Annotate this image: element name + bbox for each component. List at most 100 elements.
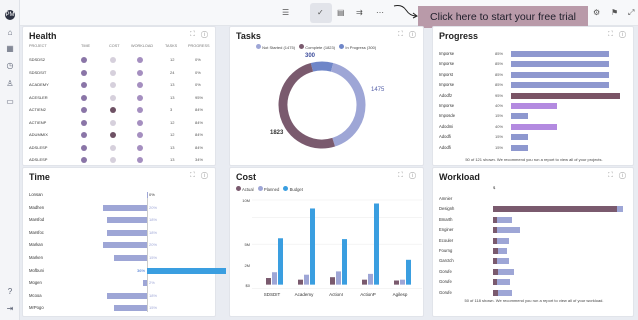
list-item[interactable]: Markan 20% [29, 240, 215, 249]
clipboard-icon[interactable]: ▤ [337, 8, 345, 18]
free-trial-button[interactable]: Click here to start your free trial [418, 6, 588, 28]
table-row[interactable]: ADSLESP 13 34% [23, 155, 217, 165]
cost-bar[interactable] [330, 277, 335, 285]
cost-bar[interactable] [310, 208, 315, 285]
list-item[interactable]: Gorufe [439, 277, 629, 286]
panel-actions-icon[interactable]: ⛶ ⓘ [190, 31, 210, 39]
list-icon[interactable]: ☰ [282, 8, 289, 18]
list-item[interactable]: Designh [439, 204, 629, 213]
list-item[interactable]: Imporst 85% [439, 70, 629, 79]
cost-bar[interactable] [266, 278, 271, 285]
table-row[interactable]: ACADEMY 13 0% [23, 80, 217, 90]
settings-icon[interactable]: ⚙ [593, 8, 600, 18]
column-header[interactable]: TASKS [165, 44, 177, 48]
cost-bar[interactable] [400, 279, 405, 285]
expand-icon[interactable]: ⤢ [628, 8, 634, 18]
cost-bar[interactable] [336, 271, 341, 285]
panel-actions-icon[interactable]: ⛶ ⓘ [190, 172, 210, 180]
list-item[interactable]: Garctch [439, 256, 629, 265]
list-item[interactable]: MrPogo 15% [29, 303, 215, 312]
donut-slice[interactable] [278, 62, 336, 149]
more-icon[interactable]: ⋯ [376, 8, 384, 18]
time-status-dot [81, 119, 87, 126]
legend-swatch [339, 44, 345, 49]
list-item[interactable]: Bmarth [439, 215, 629, 224]
cost-bar[interactable] [362, 279, 367, 285]
list-item[interactable]: Mofbuni 36% [29, 266, 227, 275]
panel-actions-icon[interactable]: ⛶ ⓘ [398, 172, 418, 180]
check-icon[interactable]: ✓ [317, 8, 324, 18]
column-header[interactable]: TIME [81, 44, 90, 48]
list-item[interactable]: Lonsan 0% [29, 190, 215, 199]
list-item[interactable]: Adodfi 15% [439, 143, 629, 152]
table-row[interactable]: ACTIEN2 3 84% [23, 105, 217, 115]
panel-actions-icon[interactable]: ⛶ ⓘ [398, 31, 418, 39]
table-row[interactable]: ADSLESP 13 84% [23, 143, 217, 153]
list-item[interactable]: Marsfod 18% [29, 215, 215, 224]
member-name: Fourng [439, 248, 453, 253]
list-item[interactable]: Adodfi 15% [439, 132, 629, 141]
flow-icon[interactable]: ⇉ [356, 8, 363, 18]
cost-status-dot [110, 132, 116, 138]
cost-bar[interactable] [298, 279, 303, 285]
column-header[interactable]: PROJECT [29, 44, 47, 48]
list-item[interactable]: Adodfz 95% [439, 91, 629, 100]
donut-slice[interactable] [310, 61, 334, 72]
cost-bar[interactable] [304, 274, 309, 285]
column-header[interactable]: COST [109, 44, 120, 48]
list-item[interactable]: Imporse 85% [439, 59, 629, 68]
cost-bar[interactable] [272, 272, 277, 285]
table-row[interactable]: ADUMMIX 12 84% [23, 130, 217, 140]
list-item[interactable]: Imposde 15% [439, 111, 629, 120]
workload-status-dot [137, 119, 143, 126]
list-item[interactable]: Enginer [439, 225, 629, 234]
calendar-icon[interactable]: ▦ [5, 44, 15, 54]
list-item[interactable]: Adodmi 40% [439, 122, 629, 131]
list-item[interactable]: Imporse 40% [439, 101, 629, 110]
cost-bar[interactable] [394, 280, 399, 285]
table-row[interactable]: SDSDSIT 24 0% [23, 68, 217, 78]
list-item[interactable]: Fourng [439, 246, 629, 255]
user-icon[interactable]: ♙ [5, 79, 15, 89]
table-row[interactable]: ACTIENP 12 84% [23, 118, 217, 128]
home-icon[interactable]: ⌂ [5, 28, 15, 38]
panel-actions-icon[interactable]: ⛶ ⓘ [608, 31, 628, 39]
member-name: Markan [29, 242, 43, 248]
list-item[interactable]: Mogen 2% [29, 278, 215, 287]
member-name: Gorufe [439, 268, 452, 274]
panel-actions-icon[interactable]: ⛶ ⓘ [608, 172, 628, 180]
time-percent: 20% [149, 204, 158, 210]
clock-icon[interactable]: ◷ [5, 61, 15, 71]
cost-bar[interactable] [342, 239, 347, 285]
list-item[interactable]: Imporse 85% [439, 49, 629, 58]
donut-slice[interactable] [330, 62, 366, 147]
column-header[interactable]: WORKLOAD [131, 44, 153, 48]
notification-icon[interactable]: ⚑ [611, 8, 618, 18]
cost-bar[interactable] [368, 273, 373, 285]
help-icon[interactable]: ? [5, 287, 15, 297]
member-name: Ecouler [439, 237, 454, 243]
cost-status-dot [110, 69, 116, 76]
progress-percent: 15% [495, 144, 504, 150]
cost-bar[interactable] [406, 259, 411, 285]
list-item[interactable]: Ecouler [439, 236, 629, 245]
workload-bar-remaining [496, 227, 521, 234]
list-item[interactable]: Imporse 85% [439, 80, 629, 89]
logout-icon[interactable]: ⇥ [5, 304, 15, 314]
column-header[interactable]: PROGRESS [188, 44, 210, 48]
app-logo-icon[interactable]: PM [5, 10, 15, 20]
tasks-legend: Not Started (1475) Complete (1823) In Pr… [256, 44, 376, 50]
table-row[interactable]: SDSDS2 12 0% [23, 55, 217, 65]
list-item[interactable]: Gorufe [439, 288, 629, 297]
cost-bar[interactable] [374, 203, 379, 285]
list-item[interactable]: Mcooa 18% [29, 291, 215, 300]
list-item[interactable]: Marken 15% [29, 253, 215, 262]
folder-icon[interactable]: ▭ [5, 97, 15, 107]
list-item[interactable]: Gorufe [439, 267, 629, 276]
list-item[interactable]: Marsfoc 18% [29, 228, 215, 237]
list-item[interactable]: Madhen 20% [29, 203, 215, 212]
list-item[interactable]: Amnier [439, 194, 629, 203]
table-row[interactable]: ACESLER 13 95% [23, 93, 217, 103]
cost-bar[interactable] [278, 238, 283, 285]
cost-status-dot [110, 57, 116, 63]
